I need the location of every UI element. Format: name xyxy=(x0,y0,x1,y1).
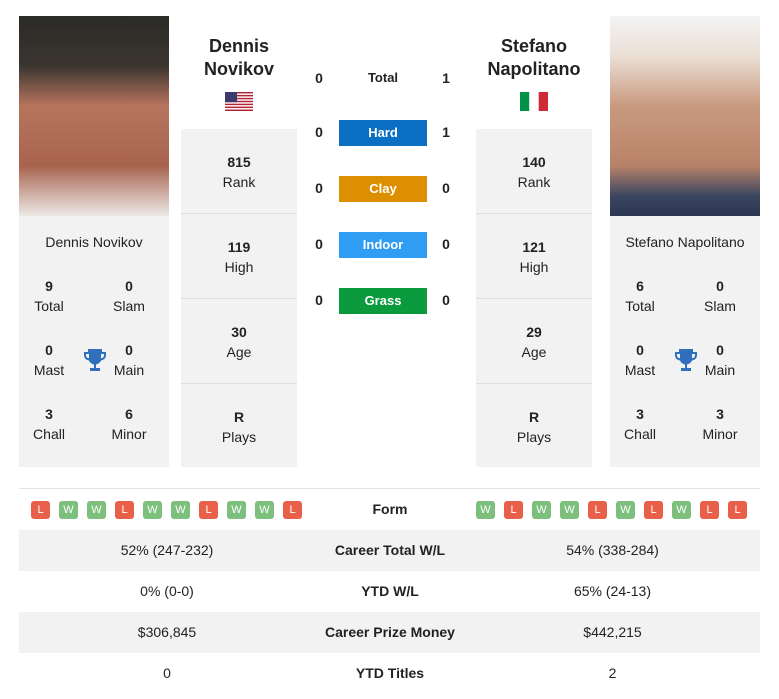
titles-slam: 0 Slam xyxy=(113,278,145,314)
titles-minor: 6 Minor xyxy=(111,406,147,442)
player-heading[interactable]: Stefano Napolitano xyxy=(459,35,609,81)
titles-mast: 0 Mast xyxy=(624,342,656,378)
titles-minor: 3 Minor xyxy=(702,406,738,442)
titles-slam: 0 Slam xyxy=(704,278,736,314)
surface-grass: Grass xyxy=(339,288,427,314)
row-label: YTD Titles xyxy=(355,665,425,681)
h2h-right: 0 xyxy=(442,292,450,308)
titles-total: 9 Total xyxy=(34,278,64,314)
row-label: Career Total W/L xyxy=(334,542,446,558)
stat-age: 30 Age xyxy=(181,299,297,384)
player-photo xyxy=(610,16,760,216)
titles-chall: 3 Chall xyxy=(624,406,656,442)
player-heading[interactable]: Dennis Novikov xyxy=(164,35,314,81)
surface-hard: Hard xyxy=(339,120,427,146)
comparison-row: $306,845 Career Prize Money $442,215 xyxy=(19,612,760,653)
player-photo xyxy=(19,16,169,216)
row-value: 54% (338-284) xyxy=(566,542,659,558)
h2h-right: 1 xyxy=(442,70,450,86)
row-value: 0 xyxy=(163,665,171,681)
form-row: Form xyxy=(19,489,760,530)
h2h-right: 1 xyxy=(442,124,450,140)
h2h-right: 0 xyxy=(442,236,450,252)
player-stats: 140 Rank 121 High 29 Age R Plays xyxy=(476,129,592,467)
comparison-row: 0% (0-0) YTD W/L 65% (24-13) xyxy=(19,571,760,612)
row-label: Career Prize Money xyxy=(325,624,455,640)
stat-age: 29 Age xyxy=(476,299,592,384)
h2h-left: 0 xyxy=(315,124,323,140)
row-label: Form xyxy=(372,501,408,517)
h2h-left: 0 xyxy=(315,292,323,308)
row-value: 2 xyxy=(608,665,617,681)
row-value: $306,845 xyxy=(137,624,197,640)
titles-mast: 0 Mast xyxy=(33,342,65,378)
titles-total: 6 Total xyxy=(625,278,655,314)
h2h-left: 0 xyxy=(315,236,323,252)
comparison-row: 52% (247-232) Career Total W/L 54% (338-28… xyxy=(19,530,760,571)
trophy-icon xyxy=(83,347,107,373)
stat-plays: R Plays xyxy=(221,409,257,445)
surface-clay: Clay xyxy=(339,176,427,202)
row-value: $442,215 xyxy=(583,624,642,640)
trophy-icon xyxy=(674,347,698,373)
row-value: 0% (0-0) xyxy=(140,583,194,599)
row-value: 52% (247-232) xyxy=(120,542,214,558)
stat-high: 121 High xyxy=(476,214,592,299)
h2h-left: 0 xyxy=(315,70,323,86)
titles-main: 0 Main xyxy=(704,342,736,378)
stat-rank: 140 Rank xyxy=(476,129,592,214)
stat-rank: 815 Rank xyxy=(181,129,297,214)
surface-indoor: Indoor xyxy=(339,232,427,258)
italy-flag-icon xyxy=(520,92,548,111)
player-name[interactable]: Stefano Napolitano xyxy=(610,234,760,250)
player-titles-card: Stefano Napolitano 6 Total 0 Slam 0 Mast 0 Main 3… xyxy=(610,216,760,467)
h2h-left: 0 xyxy=(315,180,323,196)
row-label: YTD W/L xyxy=(361,583,419,599)
stat-plays: R Plays xyxy=(516,409,552,445)
player-name[interactable]: Dennis Novikov xyxy=(19,234,169,250)
comparison-row: 0 YTD Titles 2 xyxy=(19,653,760,694)
row-value: 65% (24-13) xyxy=(573,583,652,599)
player-stats: 815 Rank 119 High 30 Age R Plays xyxy=(181,129,297,467)
player-titles-card: Dennis Novikov 9 Total 0 Slam 0 Mast 0 Main 3 Chal… xyxy=(19,216,169,467)
usa-flag-icon xyxy=(225,92,253,111)
h2h-total-label: Total xyxy=(367,70,399,85)
titles-chall: 3 Chall xyxy=(33,406,65,442)
h2h-right: 0 xyxy=(442,180,450,196)
stat-high: 119 High xyxy=(181,214,297,299)
titles-main: 0 Main xyxy=(113,342,145,378)
